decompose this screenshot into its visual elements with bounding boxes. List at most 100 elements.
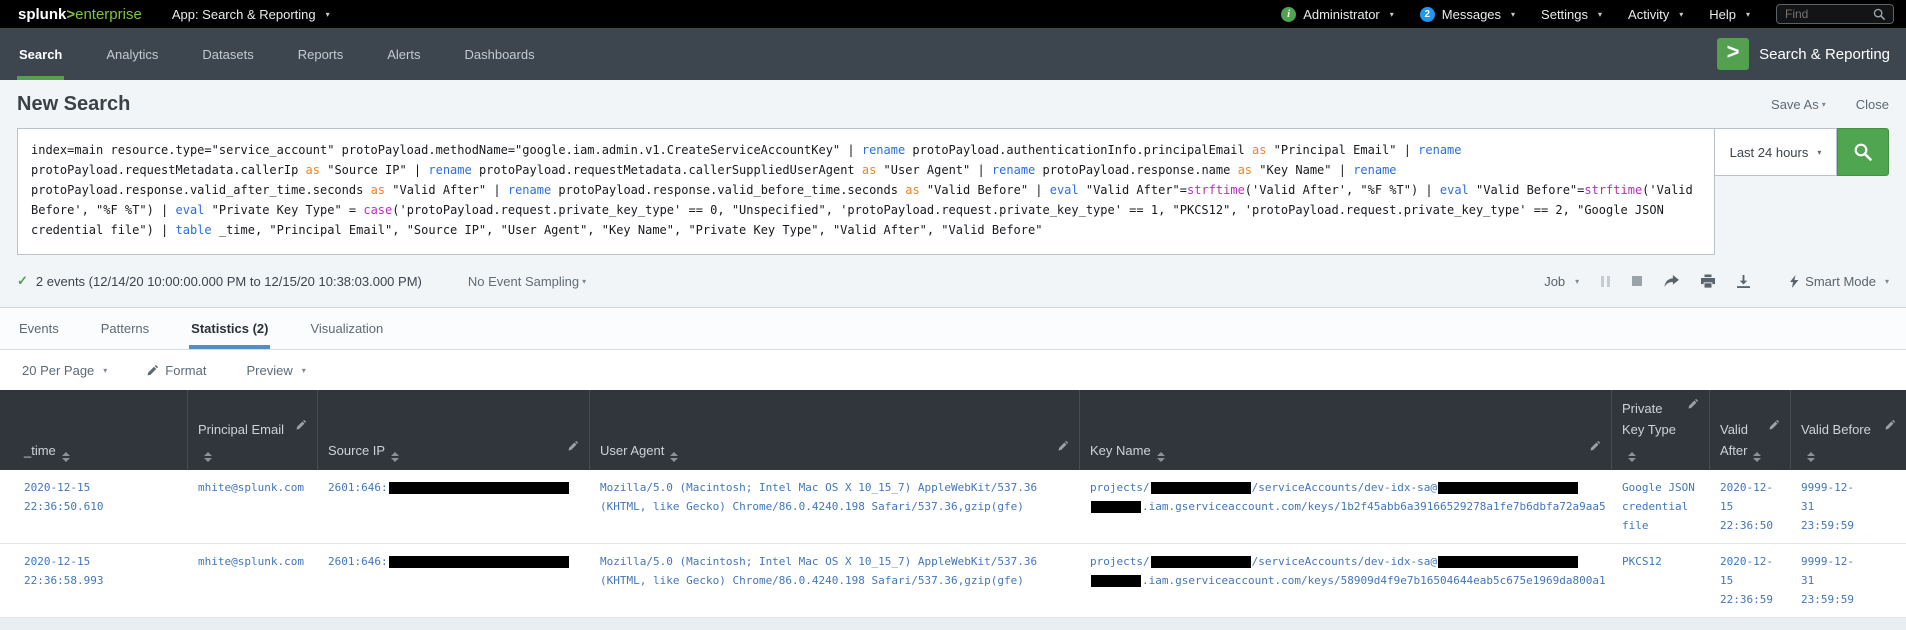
splunk-logo[interactable]: splunk>enterprise: [18, 6, 142, 23]
cell-private-key-type[interactable]: Google JSON credential file: [1612, 470, 1710, 543]
cell-user-agent[interactable]: Mozilla/5.0 (Macintosh; Intel Mac OS X 1…: [590, 544, 1080, 617]
edit-column-icon: [1058, 440, 1069, 451]
app-menu[interactable]: App: Search & Reporting ▾: [172, 7, 330, 22]
cell-text: (KHTML, like Gecko) Chrome/86.0.4240.198…: [600, 500, 1024, 513]
tab-visualization[interactable]: Visualization: [308, 308, 385, 349]
cell-principal-email[interactable]: mhite@splunk.com: [188, 544, 318, 617]
cell-text: file: [1622, 519, 1649, 532]
cell-user-agent[interactable]: Mozilla/5.0 (Macintosh; Intel Mac OS X 1…: [590, 470, 1080, 543]
cell-time[interactable]: 2020-12-15 22:36:58.993: [0, 544, 188, 617]
export-icon[interactable]: [1737, 274, 1751, 288]
edit-column-icon: [1769, 419, 1780, 430]
chevron-down-icon: ▾: [1511, 9, 1516, 19]
search-mode-dropdown[interactable]: Smart Mode ▾: [1790, 274, 1889, 289]
cell-key-name[interactable]: projects/ /serviceAccounts/dev-idx-sa@ .ia…: [1080, 470, 1612, 543]
cell-text: 2020-12-15: [24, 555, 91, 568]
nav-item-reports[interactable]: Reports: [296, 28, 346, 80]
cell-valid-before[interactable]: 9999-12- 31 23:59:59: [1791, 544, 1906, 617]
column-header-time[interactable]: _time: [0, 390, 188, 470]
format-button[interactable]: Format: [147, 363, 206, 378]
query-token: eval: [175, 203, 205, 217]
user-menu-label: Administrator: [1303, 6, 1380, 22]
job-menu[interactable]: Job ▾: [1544, 274, 1579, 289]
messages-menu[interactable]: 2 Messages ▾: [1419, 6, 1516, 22]
cell-text: (KHTML, like Gecko) Chrome/86.0.4240.198…: [600, 574, 1024, 587]
preview-dropdown[interactable]: Preview ▾: [246, 363, 305, 378]
logo-enterprise-text: enterprise: [75, 5, 142, 23]
cell-text: .iam.gserviceaccount.com/keys/1b2f45abb6…: [1142, 500, 1606, 513]
cell-text: 22:36:59: [1720, 593, 1773, 606]
redaction-box: [388, 556, 569, 568]
column-header-valid-after[interactable]: Valid After: [1710, 390, 1791, 470]
cell-time[interactable]: 2020-12-15 22:36:50.610: [0, 470, 188, 543]
column-header-user-agent[interactable]: User Agent: [590, 390, 1080, 470]
nav-item-dashboards[interactable]: Dashboards: [462, 28, 536, 80]
redaction-box: [1150, 482, 1251, 494]
query-token: as: [370, 183, 386, 197]
share-icon[interactable]: [1664, 274, 1680, 288]
close-button[interactable]: Close: [1856, 97, 1889, 112]
app-title: Search & Reporting: [1759, 45, 1890, 63]
query-token: table: [175, 223, 212, 237]
top-bar: splunk>enterprise App: Search & Reportin…: [0, 0, 1906, 28]
table-row: 2020-12-15 22:36:50.610 mhite@splunk.com 26…: [0, 470, 1906, 544]
nav-item-search[interactable]: Search: [17, 28, 65, 80]
column-label: Principal Email: [198, 419, 290, 462]
redaction-box: [1150, 556, 1251, 568]
column-label: Valid Before: [1801, 419, 1879, 462]
find-input[interactable]: [1785, 7, 1873, 21]
cell-text: 31: [1801, 500, 1815, 513]
column-header-valid-before[interactable]: Valid Before: [1791, 390, 1906, 470]
nav-item-analytics[interactable]: Analytics: [104, 28, 160, 80]
tab-patterns[interactable]: Patterns: [99, 308, 151, 349]
column-header-private-key-type[interactable]: Private Key Type: [1612, 390, 1710, 470]
cell-text: 23:59:59: [1801, 519, 1854, 532]
column-header-principal-email[interactable]: Principal Email: [188, 390, 318, 470]
time-range-label: Last 24 hours: [1729, 144, 1809, 160]
query-token: as: [1251, 143, 1267, 157]
event-sampling-label: No Event Sampling: [467, 273, 580, 289]
search-mode-label: Smart Mode: [1805, 273, 1876, 289]
edit-column-icon: [1590, 440, 1601, 451]
cell-source-ip[interactable]: 2601:646:: [318, 470, 590, 543]
save-as-button[interactable]: Save As ▾: [1771, 97, 1826, 112]
cell-key-name[interactable]: projects/ /serviceAccounts/dev-idx-sa@ .ia…: [1080, 544, 1612, 617]
find-box[interactable]: [1776, 4, 1894, 24]
per-page-dropdown[interactable]: 20 Per Page ▾: [22, 363, 107, 378]
search-query-input[interactable]: index=main resource.type="service_accoun…: [17, 128, 1715, 255]
cell-private-key-type[interactable]: PKCS12: [1612, 544, 1710, 617]
cell-valid-before[interactable]: 9999-12- 31 23:59:59: [1791, 470, 1906, 543]
cell-valid-after[interactable]: 2020-12- 15 22:36:59: [1710, 544, 1791, 617]
cell-text: credential: [1622, 500, 1689, 513]
time-range-picker[interactable]: Last 24 hours ▾: [1715, 128, 1837, 176]
sort-icon: [1807, 452, 1815, 462]
query-token: protoPayload.response.valid_before_time.…: [551, 183, 906, 197]
app-logo-icon[interactable]: >: [1717, 38, 1750, 70]
pause-button[interactable]: [1601, 275, 1611, 287]
query-token: as: [305, 163, 320, 177]
edit-column-icon: [1885, 419, 1896, 430]
print-icon[interactable]: [1701, 274, 1716, 288]
cell-source-ip[interactable]: 2601:646:: [318, 544, 590, 617]
column-header-key-name[interactable]: Key Name: [1080, 390, 1612, 470]
cell-principal-email[interactable]: mhite@splunk.com: [188, 470, 318, 543]
cell-valid-after[interactable]: 2020-12- 15 22:36:50: [1710, 470, 1791, 543]
tab-events[interactable]: Events: [17, 308, 61, 349]
stop-button[interactable]: [1632, 276, 1643, 286]
user-menu[interactable]: i Administrator ▾: [1281, 6, 1394, 22]
event-sampling-dropdown[interactable]: No Event Sampling ▾: [468, 274, 586, 289]
settings-menu[interactable]: Settings ▾: [1541, 7, 1602, 22]
activity-menu[interactable]: Activity ▾: [1628, 7, 1683, 22]
sort-icon: [391, 452, 400, 462]
results-tabs: Events Patterns Statistics (2) Visualiza…: [0, 308, 1906, 350]
help-menu[interactable]: Help ▾: [1709, 7, 1750, 22]
search-button[interactable]: [1837, 128, 1889, 176]
nav-item-datasets[interactable]: Datasets: [200, 28, 255, 80]
chevron-down-icon: ▾: [1598, 9, 1603, 19]
column-header-source-ip[interactable]: Source IP: [318, 390, 590, 470]
nav-item-alerts[interactable]: Alerts: [385, 28, 422, 80]
sort-icon: [1628, 452, 1636, 462]
cell-text: mhite@splunk.com: [198, 481, 304, 494]
query-token: as: [861, 163, 877, 177]
tab-statistics[interactable]: Statistics (2): [189, 308, 271, 349]
